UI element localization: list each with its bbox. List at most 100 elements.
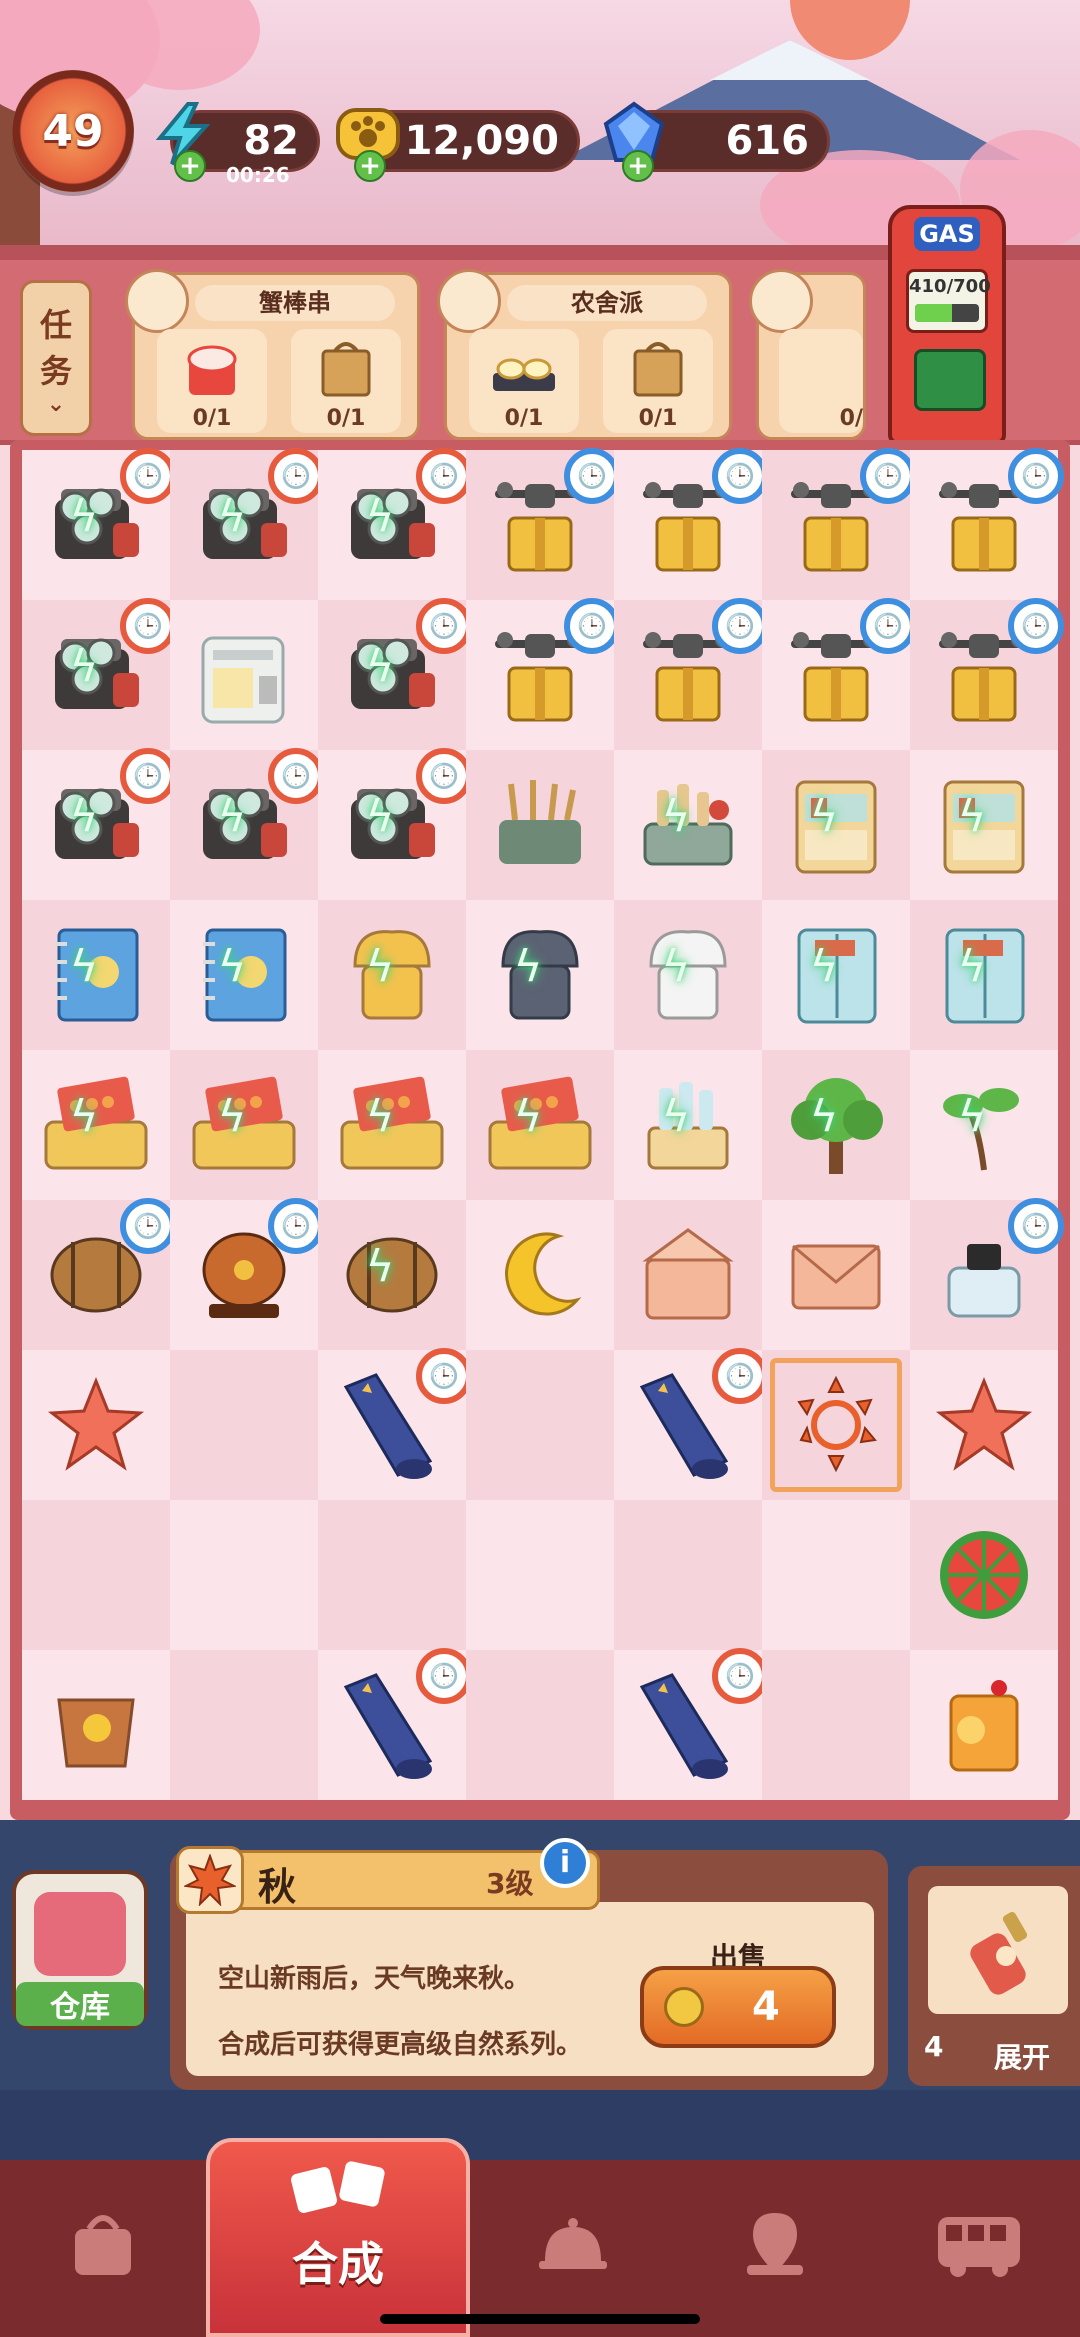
board-cell[interactable]: ϟ 🕒 xyxy=(170,748,324,900)
board-cell[interactable] xyxy=(762,1650,910,1800)
board-cell[interactable]: 🕒 xyxy=(614,448,768,600)
envelope-icon[interactable] xyxy=(776,1220,896,1330)
board-cell[interactable]: 🕒 xyxy=(614,1648,768,1800)
board-cell[interactable]: ϟ xyxy=(22,900,170,1050)
board-cell[interactable]: 🕒 xyxy=(910,448,1064,600)
board-cell[interactable]: ϟ 🕒 xyxy=(318,748,472,900)
stopwatch-icon: 🕒 xyxy=(268,1198,324,1254)
board-cell[interactable]: ϟ xyxy=(318,1200,466,1350)
board-cell[interactable] xyxy=(762,1350,910,1500)
tea-glass-icon[interactable] xyxy=(36,1670,156,1780)
board-cell[interactable]: ϟ 🕒 xyxy=(22,448,176,600)
stopwatch-icon: 🕒 xyxy=(416,748,472,804)
tasks-tab[interactable]: 任 务 ⌄ xyxy=(20,280,92,436)
maple-wreath-icon[interactable] xyxy=(776,1370,896,1480)
order-card-3[interactable]: 0/ xyxy=(749,269,866,440)
info-button[interactable]: i xyxy=(540,1838,590,1888)
gem-add-button[interactable]: + xyxy=(622,150,654,182)
board-cell[interactable] xyxy=(466,1200,614,1350)
open-envelope-icon[interactable] xyxy=(628,1220,748,1330)
board-cell[interactable] xyxy=(466,750,614,900)
board-cell[interactable] xyxy=(910,1350,1058,1500)
board-cell[interactable]: ϟ xyxy=(910,900,1058,1050)
item-description-1: 空山新雨后，天气晚来秋。 xyxy=(218,1964,531,1994)
board-cell[interactable] xyxy=(318,1500,466,1650)
moon-icon[interactable] xyxy=(480,1220,600,1330)
board-cell[interactable]: ϟ 🕒 xyxy=(22,598,176,750)
star-icon[interactable] xyxy=(924,1370,1044,1480)
board-cell[interactable]: 🕒 xyxy=(614,1348,768,1500)
board-cell[interactable] xyxy=(170,1500,318,1650)
board-cell[interactable]: ϟ xyxy=(614,900,762,1050)
board-cell[interactable] xyxy=(22,1350,170,1500)
board-cell[interactable]: ϟ 🕒 xyxy=(22,748,176,900)
board-cell[interactable]: ϟ xyxy=(614,1050,762,1200)
board-cell[interactable] xyxy=(614,1500,762,1650)
energy-bolt-icon: ϟ xyxy=(217,1091,247,1142)
board-cell[interactable] xyxy=(466,1500,614,1650)
board-cell[interactable]: ϟ xyxy=(762,750,910,900)
nav-tab-travel[interactable] xyxy=(904,2170,1054,2320)
board-cell[interactable]: ϟ xyxy=(170,900,318,1050)
coin-add-button[interactable]: + xyxy=(354,150,386,182)
board-cell[interactable]: 🕒 xyxy=(318,1648,472,1800)
board-cell[interactable] xyxy=(910,1500,1058,1650)
board-cell[interactable]: ϟ xyxy=(466,900,614,1050)
nav-tab-shop[interactable] xyxy=(28,2170,178,2320)
board-cell[interactable] xyxy=(22,1650,170,1800)
nav-tab-map[interactable] xyxy=(700,2170,850,2320)
board-cell[interactable] xyxy=(170,1650,318,1800)
board-cell[interactable] xyxy=(762,1500,910,1650)
watermelon-icon[interactable] xyxy=(924,1520,1044,1630)
nav-tab-merge[interactable]: 合成 xyxy=(206,2138,470,2337)
energy-bolt-icon: ϟ xyxy=(513,1091,543,1142)
board-cell[interactable]: ϟ xyxy=(170,1050,318,1200)
board-cell[interactable]: 🕒 xyxy=(466,598,620,750)
board-cell[interactable]: ϟ 🕒 xyxy=(318,598,472,750)
star-icon[interactable] xyxy=(36,1370,156,1480)
board-cell[interactable]: ϟ xyxy=(762,1050,910,1200)
board-cell[interactable] xyxy=(22,1500,170,1650)
orange-juice-icon[interactable] xyxy=(924,1670,1044,1780)
board-cell[interactable]: 🕒 xyxy=(762,598,916,750)
storage-button[interactable]: 仓库 xyxy=(12,1870,148,2030)
board-cell[interactable] xyxy=(466,1350,614,1500)
nav-tab-restaurant[interactable] xyxy=(498,2170,648,2320)
board-cell[interactable]: 🕒 xyxy=(614,598,768,750)
board-cell[interactable] xyxy=(170,1350,318,1500)
board-cell[interactable]: 🕒 xyxy=(910,598,1064,750)
board-cell[interactable]: 🕒 xyxy=(910,1198,1064,1350)
board-cell[interactable]: ϟ xyxy=(910,750,1058,900)
board-cell[interactable]: ϟ xyxy=(910,1050,1058,1200)
merge-board[interactable]: ϟ 🕒 ϟ 🕒 ϟ 🕒 🕒 🕒 🕒 🕒 ϟ 🕒 ϟ 🕒 🕒 🕒 🕒 🕒 ϟ 🕒 ϟ 🕒 ϟ 🕒 ϟ ϟ ϟ ϟ ϟ ϟ ϟ ϟ ϟ ϟ ϟ ϟ ϟ ϟ ϟ ϟ… xyxy=(22,448,1064,1810)
player-level-badge[interactable]: 49 xyxy=(12,70,134,192)
board-cell[interactable] xyxy=(170,600,318,750)
board-cell[interactable]: ϟ xyxy=(614,750,762,900)
board-cell[interactable]: 🕒 xyxy=(762,448,916,600)
printer-generator-icon[interactable] xyxy=(184,620,304,730)
board-cell[interactable] xyxy=(762,1200,910,1350)
board-cell[interactable] xyxy=(910,1650,1058,1800)
board-cell[interactable] xyxy=(614,1200,762,1350)
gas-pump[interactable]: GAS 410/700 xyxy=(888,205,1006,445)
board-cell[interactable]: ϟ xyxy=(318,900,466,1050)
gas-progress-fill xyxy=(915,304,953,322)
sell-button[interactable]: 4 xyxy=(640,1966,836,2048)
stopwatch-icon: 🕒 xyxy=(712,1348,768,1404)
board-cell[interactable]: 🕒 xyxy=(466,448,620,600)
board-cell[interactable]: ϟ 🕒 xyxy=(318,448,472,600)
board-cell[interactable]: ϟ 🕒 xyxy=(170,448,324,600)
board-cell[interactable]: 🕒 xyxy=(318,1348,472,1500)
bottle-rack-icon[interactable] xyxy=(480,770,600,880)
energy-add-button[interactable]: + xyxy=(174,150,206,182)
board-cell[interactable]: ϟ xyxy=(318,1050,466,1200)
bus-icon xyxy=(938,2217,1020,2277)
board-cell[interactable] xyxy=(466,1650,614,1800)
order-card-2[interactable]: 农舍派 0/1 0/1 xyxy=(437,269,732,440)
board-cell[interactable]: ϟ xyxy=(762,900,910,1050)
board-cell[interactable]: ϟ xyxy=(22,1050,170,1200)
board-cell[interactable]: ϟ xyxy=(466,1050,614,1200)
board-cell[interactable]: 🕒 xyxy=(170,1198,324,1350)
order-card-1[interactable]: 蟹棒串 0/1 0/1 xyxy=(125,269,420,440)
board-cell[interactable]: 🕒 xyxy=(22,1198,176,1350)
